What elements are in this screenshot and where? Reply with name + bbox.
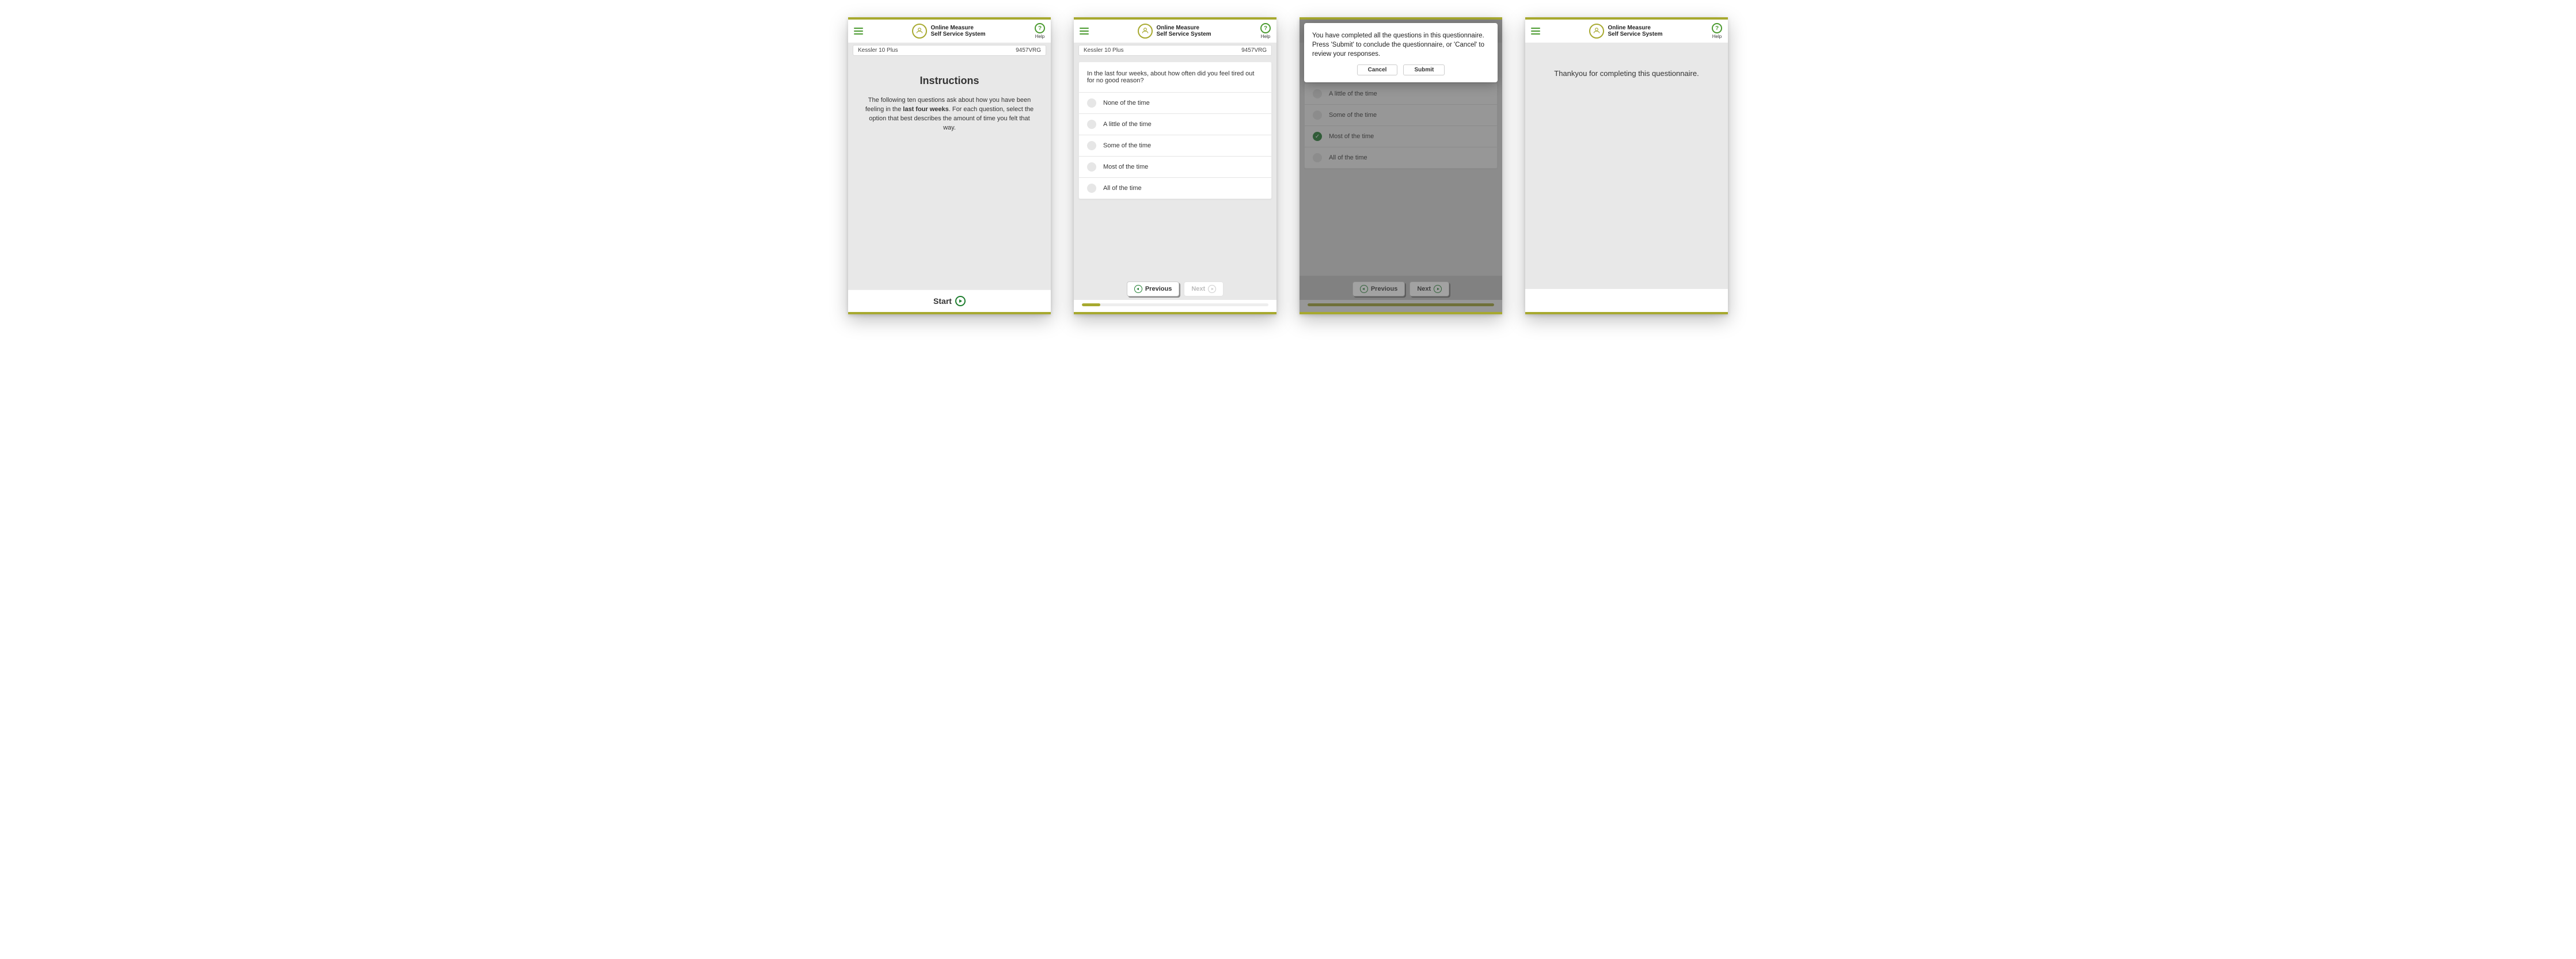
next-button: Next: [1184, 281, 1224, 296]
radio-icon: [1087, 98, 1096, 108]
thankyou-text: Thankyou for completing this questionnai…: [1525, 43, 1728, 104]
submit-modal: You have completed all the questions in …: [1304, 23, 1498, 82]
brand: Online MeasureSelf Service System: [912, 24, 985, 39]
logo-icon: [1589, 24, 1604, 39]
accent-bar: [848, 312, 1051, 314]
menu-icon[interactable]: [1080, 28, 1089, 35]
option-row[interactable]: Some of the time: [1079, 135, 1271, 156]
questionnaire-titlebar: Kessler 10 Plus 9457VRG: [853, 45, 1046, 56]
radio-icon: [1087, 162, 1096, 172]
brand-text: Online MeasureSelf Service System: [1608, 25, 1662, 37]
screen-submit-modal: Online MeasureSelf Service System ? Help…: [1300, 17, 1502, 314]
brand: Online MeasureSelf Service System: [1138, 24, 1211, 39]
help-icon: ?: [1712, 23, 1722, 33]
app-header: Online MeasureSelf Service System ? Help: [1074, 20, 1276, 43]
radio-icon: [1087, 141, 1096, 150]
help-icon: ?: [1035, 23, 1045, 33]
radio-icon: [1087, 184, 1096, 193]
questionnaire-code: 9457VRG: [1016, 47, 1041, 54]
option-row[interactable]: All of the time: [1079, 177, 1271, 199]
help-icon: ?: [1260, 23, 1271, 33]
radio-icon: [1087, 120, 1096, 129]
help-button[interactable]: ? Help: [1035, 23, 1045, 39]
footer: [1525, 289, 1728, 312]
option-row[interactable]: Most of the time: [1079, 156, 1271, 177]
option-row[interactable]: None of the time: [1079, 92, 1271, 113]
menu-icon[interactable]: [854, 28, 863, 35]
questionnaire-name: Kessler 10 Plus: [858, 47, 898, 54]
questionnaire-code: 9457VRG: [1241, 47, 1267, 54]
help-button[interactable]: ? Help: [1260, 23, 1271, 39]
accent-bar: [1300, 312, 1502, 314]
logo-icon: [1138, 24, 1153, 39]
previous-button[interactable]: Previous: [1127, 281, 1179, 296]
progress-bar: [1074, 300, 1276, 312]
modal-text: You have completed all the questions in …: [1312, 31, 1490, 59]
screen-instructions: Online MeasureSelf Service System ? Help…: [848, 17, 1051, 314]
screen-question: Online MeasureSelf Service System ? Help…: [1074, 17, 1276, 314]
progress-fill: [1082, 303, 1100, 306]
option-row[interactable]: A little of the time: [1079, 113, 1271, 135]
cancel-button[interactable]: Cancel: [1357, 64, 1398, 75]
brand-text: Online MeasureSelf Service System: [930, 25, 985, 37]
instructions-heading: Instructions: [862, 73, 1037, 88]
questionnaire-titlebar: Kessler 10 Plus 9457VRG: [1078, 45, 1272, 56]
start-button[interactable]: Start: [848, 290, 1051, 312]
chevron-right-icon: [1208, 285, 1216, 293]
app-header: Online MeasureSelf Service System ? Help: [1525, 20, 1728, 43]
nav-row: Previous Next: [1074, 276, 1276, 300]
instructions-text: The following ten questions ask about ho…: [862, 96, 1037, 133]
play-icon: [955, 296, 966, 306]
question-card: In the last four weeks, about how often …: [1078, 62, 1272, 199]
logo-icon: [912, 24, 927, 39]
accent-bar: [1525, 312, 1728, 314]
help-button[interactable]: ? Help: [1712, 23, 1722, 39]
chevron-left-icon: [1134, 285, 1142, 293]
brand: Online MeasureSelf Service System: [1589, 24, 1662, 39]
submit-button[interactable]: Submit: [1403, 64, 1445, 75]
menu-icon[interactable]: [1531, 28, 1540, 35]
question-text: In the last four weeks, about how often …: [1079, 62, 1271, 92]
questionnaire-name: Kessler 10 Plus: [1084, 47, 1123, 54]
brand-text: Online MeasureSelf Service System: [1156, 25, 1211, 37]
accent-bar: [1074, 312, 1276, 314]
screen-thankyou: Online MeasureSelf Service System ? Help…: [1525, 17, 1728, 314]
app-header: Online MeasureSelf Service System ? Help: [848, 20, 1051, 43]
